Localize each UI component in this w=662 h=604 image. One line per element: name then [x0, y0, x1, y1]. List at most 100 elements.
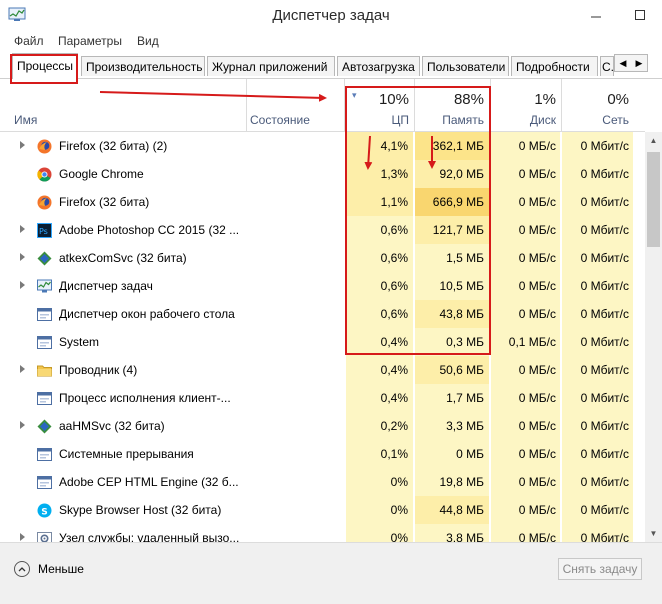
tab-scroll-buttons: ◀ ▶	[614, 54, 648, 72]
process-name: Проводник (4)	[59, 363, 138, 377]
tab-scroll-left-icon[interactable]: ◀	[615, 55, 631, 71]
table-row[interactable]: Узел службы: удаленный вызо... 0% 3,8 МБ 0 …	[0, 524, 645, 542]
expand-arrow-icon[interactable]	[20, 365, 25, 373]
tab-users[interactable]: Пользователи	[422, 56, 509, 76]
process-name: Firefox (32 бита)	[59, 195, 150, 209]
expand-arrow-icon[interactable]	[20, 225, 25, 233]
process-network: 0 Мбит/с	[562, 244, 633, 272]
column-network[interactable]: Сеть	[562, 113, 629, 127]
tab-performance[interactable]: Производительность	[81, 56, 205, 76]
window-title: Диспетчер задач	[272, 7, 390, 24]
process-disk: 0 МБ/с	[491, 272, 560, 300]
process-name: Google Chrome	[59, 167, 144, 181]
table-row[interactable]: aaHMSvc (32 бита) 0,2% 3,3 МБ 0 МБ/с 0 Мбит/…	[0, 412, 645, 440]
process-name: Процесс исполнения клиент-...	[59, 391, 231, 405]
scroll-thumb[interactable]	[647, 152, 660, 247]
title-bar: Диспетчер задач	[0, 0, 662, 33]
table-row[interactable]: Google Chrome 1,3% 92,0 МБ 0 МБ/с 0 Мбит/с	[0, 160, 645, 188]
scroll-down-icon[interactable]: ▼	[645, 525, 662, 542]
menu-file[interactable]: Файл	[14, 34, 44, 48]
process-name: Узел службы: удаленный вызо...	[59, 531, 240, 542]
process-cpu: 0%	[346, 496, 413, 524]
process-disk: 0 МБ/с	[491, 160, 560, 188]
tab-app-history[interactable]: Журнал приложений	[207, 56, 335, 76]
process-network: 0 Мбит/с	[562, 496, 633, 524]
process-network: 0 Мбит/с	[562, 356, 633, 384]
table-row[interactable]: Ps Adobe Photoshop CC 2015 (32 ... 0,6% 121…	[0, 216, 645, 244]
process-name: atkexComSvc (32 бита)	[59, 251, 187, 265]
table-row[interactable]: S Skype Browser Host (32 бита) 0% 44,8 МБ 0 …	[0, 496, 645, 524]
task-manager-icon	[37, 279, 52, 294]
expand-arrow-icon[interactable]	[20, 141, 25, 149]
process-network: 0 Мбит/с	[562, 468, 633, 496]
process-disk: 0 МБ/с	[491, 384, 560, 412]
menu-view[interactable]: Вид	[137, 34, 159, 48]
tab-bar: Процессы Производительность Журнал прило…	[0, 52, 662, 79]
process-list: Firefox (32 бита) (2) 4,1% 362,1 МБ 0 МБ/с 0…	[0, 132, 645, 542]
tab-details[interactable]: Подробности	[511, 56, 598, 76]
table-row[interactable]: Проводник (4) 0,4% 50,6 МБ 0 МБ/с 0 Мбит/с	[0, 356, 645, 384]
table-row[interactable]: Диспетчер окон рабочего стола 0,6% 43,8 МБ…	[0, 300, 645, 328]
menu-parameters[interactable]: Параметры	[58, 34, 122, 48]
gear-icon	[37, 531, 52, 542]
expand-arrow-icon[interactable]	[20, 421, 25, 429]
maximize-button[interactable]	[618, 0, 662, 30]
footer: Меньше Снять задачу	[0, 542, 662, 604]
process-memory: 3,3 МБ	[415, 412, 489, 440]
process-network: 0 Мбит/с	[562, 384, 633, 412]
expand-arrow-icon[interactable]	[20, 253, 25, 261]
table-row[interactable]: atkexComSvc (32 бита) 0,6% 1,5 МБ 0 МБ/с 0 М…	[0, 244, 645, 272]
process-name: Firefox (32 бита) (2)	[59, 139, 168, 153]
process-memory: 50,6 МБ	[415, 356, 489, 384]
expand-arrow-icon[interactable]	[20, 281, 25, 289]
process-name: Диспетчер задач	[59, 279, 153, 293]
minimize-button[interactable]	[574, 0, 618, 30]
column-header: Имя Состояние ▾ 10% ЦП 88% Память 1% Дис…	[0, 79, 645, 132]
annotation-box-processes-tab	[10, 54, 78, 84]
process-memory: 0 МБ	[415, 440, 489, 468]
table-row[interactable]: Процесс исполнения клиент-... 0,4% 1,7 МБ 0…	[0, 384, 645, 412]
process-network: 0 Мбит/с	[562, 328, 633, 356]
process-disk: 0 МБ/с	[491, 244, 560, 272]
process-cpu: 0,4%	[346, 384, 413, 412]
chrome-icon	[37, 167, 52, 182]
process-network: 0 Мбит/с	[562, 132, 633, 160]
process-network: 0 Мбит/с	[562, 524, 633, 542]
table-row[interactable]: Системные прерывания 0,1% 0 МБ 0 МБ/с 0 Мбит…	[0, 440, 645, 468]
network-total-percent: 0%	[607, 91, 629, 108]
process-name: Skype Browser Host (32 бита)	[59, 503, 222, 517]
annotation-box-cpu-memory	[345, 86, 491, 355]
process-name: Adobe CEP HTML Engine (32 б...	[59, 475, 239, 489]
table-row[interactable]: Диспетчер задач 0,6% 10,5 МБ 0 МБ/с 0 Мбит/с	[0, 272, 645, 300]
table-row[interactable]: System 0,4% 0,3 МБ 0,1 МБ/с 0 Мбит/с	[0, 328, 645, 356]
process-cpu: 0,1%	[346, 440, 413, 468]
tab-startup[interactable]: Автозагрузка	[337, 56, 420, 76]
expand-arrow-icon[interactable]	[20, 533, 25, 541]
column-status[interactable]: Состояние	[250, 113, 310, 127]
table-row[interactable]: Firefox (32 бита) 1,1% 666,9 МБ 0 МБ/с 0 Мби…	[0, 188, 645, 216]
process-disk: 0 МБ/с	[491, 188, 560, 216]
process-cpu: 0%	[346, 524, 413, 542]
scroll-up-icon[interactable]: ▲	[645, 132, 662, 149]
column-disk[interactable]: Диск	[491, 113, 556, 127]
fewer-details-label: Меньше	[38, 562, 84, 576]
end-task-button[interactable]: Снять задачу	[558, 558, 642, 580]
vertical-scrollbar[interactable]: ▲ ▼	[645, 132, 662, 542]
column-name[interactable]: Имя	[14, 113, 37, 127]
disk-total-percent: 1%	[534, 91, 556, 108]
window-icon	[37, 475, 52, 490]
process-memory: 19,8 МБ	[415, 468, 489, 496]
process-disk: 0 МБ/с	[491, 132, 560, 160]
service-icon	[37, 419, 52, 434]
table-row[interactable]: Firefox (32 бита) (2) 4,1% 362,1 МБ 0 МБ/с 0…	[0, 132, 645, 160]
process-network: 0 Мбит/с	[562, 412, 633, 440]
process-name: Диспетчер окон рабочего стола	[59, 307, 235, 321]
window-icon	[37, 335, 52, 350]
process-network: 0 Мбит/с	[562, 300, 633, 328]
tab-services[interactable]: С...	[600, 56, 614, 76]
table-row[interactable]: Adobe CEP HTML Engine (32 б... 0% 19,8 МБ 0…	[0, 468, 645, 496]
fewer-details-button[interactable]: Меньше	[14, 559, 84, 579]
process-disk: 0 МБ/с	[491, 216, 560, 244]
chevron-up-icon	[14, 561, 30, 577]
tab-scroll-right-icon[interactable]: ▶	[631, 55, 647, 71]
